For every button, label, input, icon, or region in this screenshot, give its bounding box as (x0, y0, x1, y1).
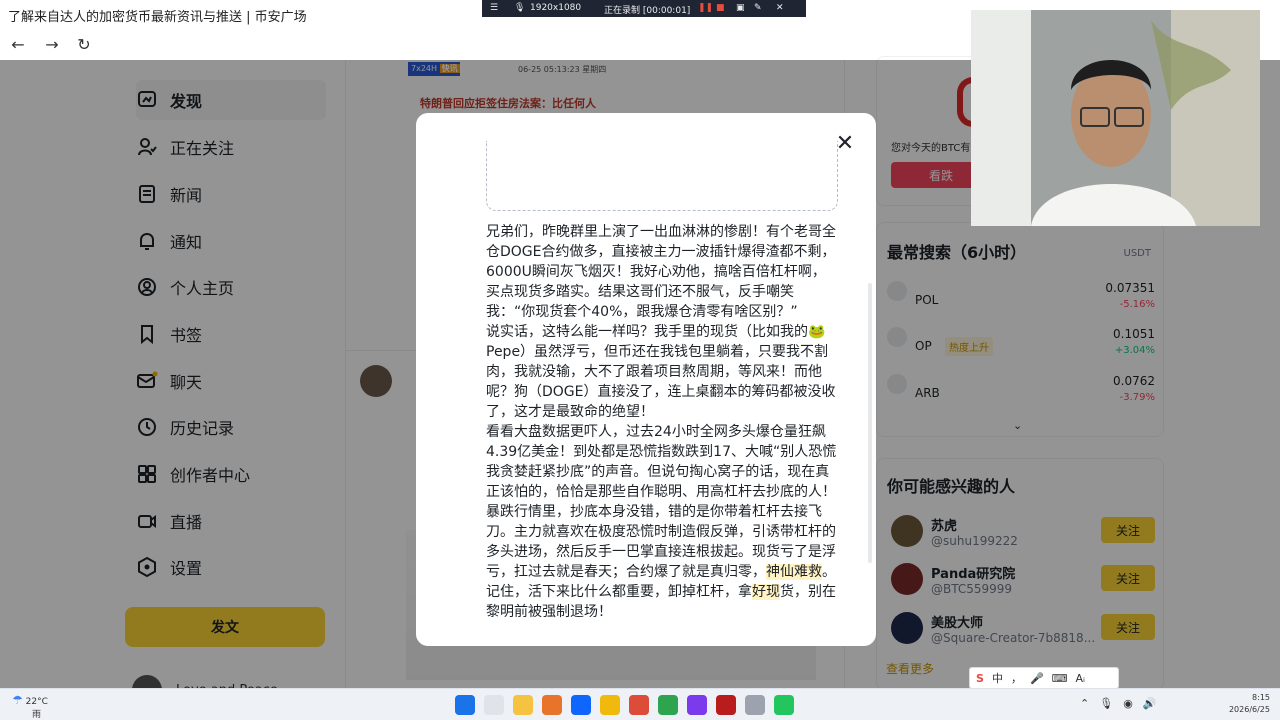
ime-item[interactable]: 中 (992, 670, 1003, 686)
time: 8:15 (1252, 693, 1270, 702)
menu-icon[interactable]: ☰ (490, 3, 498, 13)
temperature: 22°C (25, 697, 48, 707)
back-arrow-icon[interactable]: ← (6, 34, 30, 56)
ime-item[interactable]: Aᵢ (1076, 672, 1086, 685)
recording-resolution: 1920x1080 (530, 3, 582, 13)
recording-status: 正在录制 [00:00:01] (604, 6, 691, 16)
app-icon[interactable] (745, 695, 765, 715)
forward-arrow-icon[interactable]: → (40, 34, 64, 56)
ime-item[interactable]: ⌨ (1052, 672, 1068, 685)
clock[interactable]: 8:15 2026/6/25 (1226, 692, 1270, 716)
highlighted-text: 神仙难救 (766, 564, 822, 580)
page-title: 了解来自达人的加密货币最新资讯与推送 | 币安广场 (8, 10, 307, 25)
wechat-icon[interactable] (774, 695, 794, 715)
system-tray: ⌃ 🎙 ◉ 🔊 (1080, 697, 1157, 710)
post-paragraph: 看看大盘数据更吓人，过去24小时全网多头爆仓量狂飙4.39亿美金！到处都是恐慌指… (486, 424, 837, 500)
taskbar: ☂ 22°C 雨 ⌃ 🎙 ◉ 🔊 8:15 2026/6/25 (0, 688, 1280, 720)
close-recording-icon[interactable]: ✕ (776, 3, 784, 13)
binance-icon[interactable] (600, 695, 620, 715)
post-paragraph: 暴跌行情里，抄底本身没错，错的是你带着杠杆去接飞刀。主力就喜欢在极度恐慌时制造假… (486, 502, 838, 622)
folder-icon[interactable] (513, 695, 533, 715)
ime-item[interactable]: 🎤 (1030, 672, 1044, 685)
post-modal: ✕ 兄弟们，昨晚群里上演了一出血淋淋的惨剧！有个老哥全仓DOGE合约做多，直接被… (416, 113, 876, 646)
highlighted-text: 好现 (752, 584, 780, 600)
search-icon[interactable] (484, 695, 504, 715)
post-paragraph: 兄弟们，昨晚群里上演了一出血淋淋的惨剧！有个老哥全仓DOGE合约做多，直接被主力… (486, 224, 836, 320)
stop-icon[interactable]: ■ (716, 3, 725, 13)
recording-toolbar: ☰ 🎙 1920x1080 正在录制 [00:00:01] ❚❚ ■ ▣ ✎ ✕ (482, 0, 806, 17)
webcam-overlay (971, 10, 1260, 226)
mic-icon[interactable]: 🎙 (1099, 697, 1113, 710)
app-icon[interactable] (687, 695, 707, 715)
volume-icon[interactable]: 🔊 (1143, 697, 1157, 710)
camera-icon[interactable]: ▣ (736, 3, 745, 13)
weather-widget[interactable]: ☂ 22°C 雨 (12, 693, 48, 720)
post-paragraph: 说实话，这特么能一样吗？我手里的现货（比如我的🐸Pepe）虽然浮亏，但币还在我钱… (486, 324, 836, 420)
chrome-icon[interactable] (629, 695, 649, 715)
ime-item[interactable]: ， (1011, 670, 1022, 686)
wifi-icon[interactable]: ◉ (1123, 697, 1133, 710)
pen-icon[interactable]: ✎ (754, 3, 762, 13)
pause-icon[interactable]: ❚❚ (698, 3, 713, 13)
mic-icon[interactable]: 🎙 (514, 3, 525, 13)
post-content: 兄弟们，昨晚群里上演了一出血淋淋的惨剧！有个老哥全仓DOGE合约做多，直接被主力… (486, 222, 838, 622)
rain-icon: ☂ (12, 693, 23, 707)
start-icon[interactable] (455, 695, 475, 715)
chevron-up-icon[interactable]: ⌃ (1080, 697, 1089, 710)
edge-icon[interactable] (571, 695, 591, 715)
app-icon[interactable] (658, 695, 678, 715)
refresh-icon[interactable]: ↻ (72, 34, 96, 56)
record-app-icon[interactable] (716, 695, 736, 715)
upload-area[interactable] (486, 141, 838, 211)
search-app-icon[interactable] (542, 695, 562, 715)
weather-condition: 雨 (32, 710, 42, 720)
date: 2026/6/25 (1228, 705, 1270, 714)
scrollbar[interactable] (868, 283, 872, 563)
taskbar-apps (455, 695, 794, 715)
ime-toolbar: S 中 ， 🎤 ⌨ Aᵢ (969, 667, 1119, 689)
ime-logo-icon[interactable]: S (976, 672, 984, 685)
